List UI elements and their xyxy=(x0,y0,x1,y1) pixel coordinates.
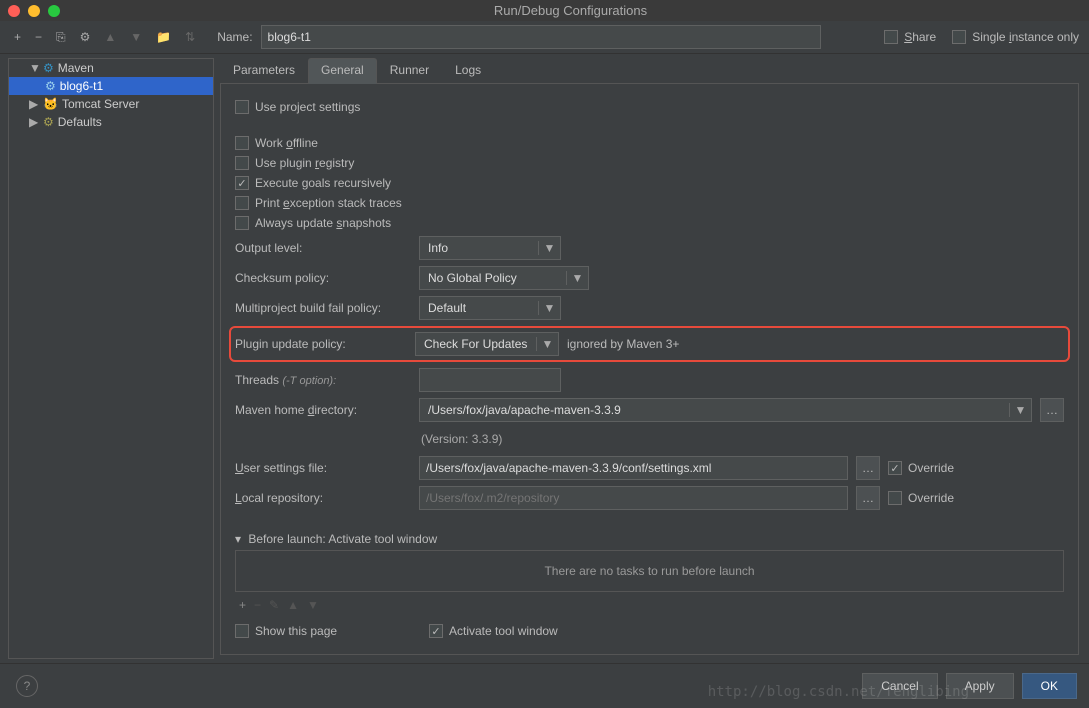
override-local-checkbox[interactable]: Override xyxy=(888,491,1064,505)
bl-up-icon: ▲ xyxy=(287,598,299,612)
output-level-select[interactable]: Info ▼ xyxy=(419,236,561,260)
help-button[interactable]: ? xyxy=(16,675,38,697)
use-plugin-registry-checkbox[interactable]: Use plugin registry xyxy=(235,156,411,170)
window-title: Run/Debug Configurations xyxy=(60,3,1081,18)
tree-blog[interactable]: ⚙ blog6-t1 xyxy=(9,77,213,95)
single-instance-checkbox[interactable]: Single instance only xyxy=(952,30,1079,44)
override-user-checkbox[interactable]: Override xyxy=(888,461,1064,475)
execute-goals-checkbox[interactable]: Execute goals recursively xyxy=(235,176,411,190)
threads-label: Threads (-T option): xyxy=(235,373,411,387)
settings-icon[interactable]: ⚙ xyxy=(76,28,95,46)
show-page-checkbox[interactable]: Show this page xyxy=(235,624,411,638)
minimize-icon[interactable] xyxy=(28,5,40,17)
before-launch-list: There are no tasks to run before launch xyxy=(235,550,1064,592)
up-icon: ▲ xyxy=(100,28,120,46)
plugin-update-label: Plugin update policy: xyxy=(235,337,407,351)
dropdown-icon: ▼ xyxy=(538,301,560,315)
use-project-settings-checkbox[interactable]: Use project settings xyxy=(235,100,411,114)
maven-home-label: Maven home directory: xyxy=(235,403,411,417)
browse-button[interactable]: … xyxy=(856,456,880,480)
general-panel: Use project settings Work offline Use pl… xyxy=(220,84,1079,655)
share-label: Share xyxy=(904,30,936,44)
maven-home-select[interactable]: /Users/fox/java/apache-maven-3.3.9 ▼ xyxy=(419,398,1032,422)
browse-button[interactable]: … xyxy=(856,486,880,510)
output-level-label: Output level: xyxy=(235,241,411,255)
tab-parameters[interactable]: Parameters xyxy=(220,58,308,83)
single-instance-label: Single instance only xyxy=(972,30,1079,44)
browse-button[interactable]: … xyxy=(1040,398,1064,422)
bl-edit-icon: ✎ xyxy=(269,598,279,612)
user-settings-label: User settings file: xyxy=(235,461,411,475)
name-input[interactable] xyxy=(261,25,821,49)
remove-icon[interactable]: − xyxy=(31,28,46,46)
down-icon: ▼ xyxy=(126,28,146,46)
tree-maven[interactable]: ▼ ⚙ Maven xyxy=(9,59,213,77)
work-offline-checkbox[interactable]: Work offline xyxy=(235,136,411,150)
multiproject-select[interactable]: Default ▼ xyxy=(419,296,561,320)
dialog-footer: ? Cancel Apply OK xyxy=(0,663,1089,708)
tree-label: blog6-t1 xyxy=(60,79,103,93)
threads-input[interactable] xyxy=(419,368,561,392)
checksum-select[interactable]: No Global Policy ▼ xyxy=(419,266,589,290)
copy-icon[interactable]: ⎘ xyxy=(52,28,70,47)
tree-label: Tomcat Server xyxy=(62,97,139,111)
always-update-checkbox[interactable]: Always update snapshots xyxy=(235,216,411,230)
cancel-button[interactable]: Cancel xyxy=(862,673,937,699)
tab-logs[interactable]: Logs xyxy=(442,58,494,83)
highlighted-row: Plugin update policy: Check For Updates … xyxy=(229,326,1070,362)
plugin-update-select[interactable]: Check For Updates ▼ xyxy=(415,332,559,356)
tomcat-icon: 🐱 xyxy=(43,97,58,111)
bl-add-icon[interactable]: + xyxy=(239,598,246,612)
dropdown-icon: ▼ xyxy=(538,241,560,255)
name-label: Name: xyxy=(217,30,252,44)
ok-button[interactable]: OK xyxy=(1022,673,1077,699)
plugin-update-note: ignored by Maven 3+ xyxy=(567,337,679,351)
tree-label: Maven xyxy=(58,61,94,75)
dropdown-icon: ▼ xyxy=(536,337,558,351)
tree-label: Defaults xyxy=(58,115,102,129)
close-icon[interactable] xyxy=(8,5,20,17)
user-settings-input[interactable] xyxy=(419,456,848,480)
tab-runner[interactable]: Runner xyxy=(377,58,442,83)
folder-icon[interactable]: 📁 xyxy=(152,28,175,46)
expand-arrow-icon[interactable]: ▶ xyxy=(29,97,39,111)
share-checkbox[interactable]: Share xyxy=(884,30,936,44)
tab-general[interactable]: General xyxy=(308,58,377,84)
config-tree[interactable]: ▼ ⚙ Maven ⚙ blog6-t1 ▶ 🐱 Tomcat Server ▶… xyxy=(8,58,214,659)
apply-button[interactable]: Apply xyxy=(946,673,1014,699)
maven-icon: ⚙ xyxy=(43,61,54,75)
maven-version: (Version: 3.3.9) xyxy=(421,428,1064,450)
expand-arrow-icon[interactable]: ▶ xyxy=(29,115,39,129)
multiproject-label: Multiproject build fail policy: xyxy=(235,301,411,315)
top-toolbar: + − ⎘ ⚙ ▲ ▼ 📁 ⇅ Name: Share Single insta… xyxy=(0,21,1089,54)
tree-tomcat[interactable]: ▶ 🐱 Tomcat Server xyxy=(9,95,213,113)
tree-defaults[interactable]: ▶ ⚙ Defaults xyxy=(9,113,213,131)
bl-remove-icon: − xyxy=(254,598,261,612)
tab-bar: Parameters General Runner Logs xyxy=(220,58,1079,84)
config-icon: ⚙ xyxy=(45,79,56,93)
local-repo-input[interactable] xyxy=(419,486,848,510)
dropdown-icon: ▼ xyxy=(1009,403,1031,417)
checksum-label: Checksum policy: xyxy=(235,271,411,285)
activate-tool-checkbox[interactable]: Activate tool window xyxy=(429,624,605,638)
bl-down-icon: ▼ xyxy=(307,598,319,612)
print-exception-checkbox[interactable]: Print exception stack traces xyxy=(235,196,411,210)
zoom-icon[interactable] xyxy=(48,5,60,17)
local-repo-label: Local repository: xyxy=(235,491,411,505)
titlebar: Run/Debug Configurations xyxy=(0,0,1089,21)
dropdown-icon: ▼ xyxy=(566,271,588,285)
expand-arrow-icon[interactable]: ▼ xyxy=(29,61,39,75)
before-launch-header[interactable]: ▾ Before launch: Activate tool window xyxy=(235,528,1064,550)
defaults-icon: ⚙ xyxy=(43,115,54,129)
sort-icon[interactable]: ⇅ xyxy=(181,28,199,46)
add-icon[interactable]: + xyxy=(10,28,25,46)
collapse-arrow-icon: ▾ xyxy=(235,532,241,546)
